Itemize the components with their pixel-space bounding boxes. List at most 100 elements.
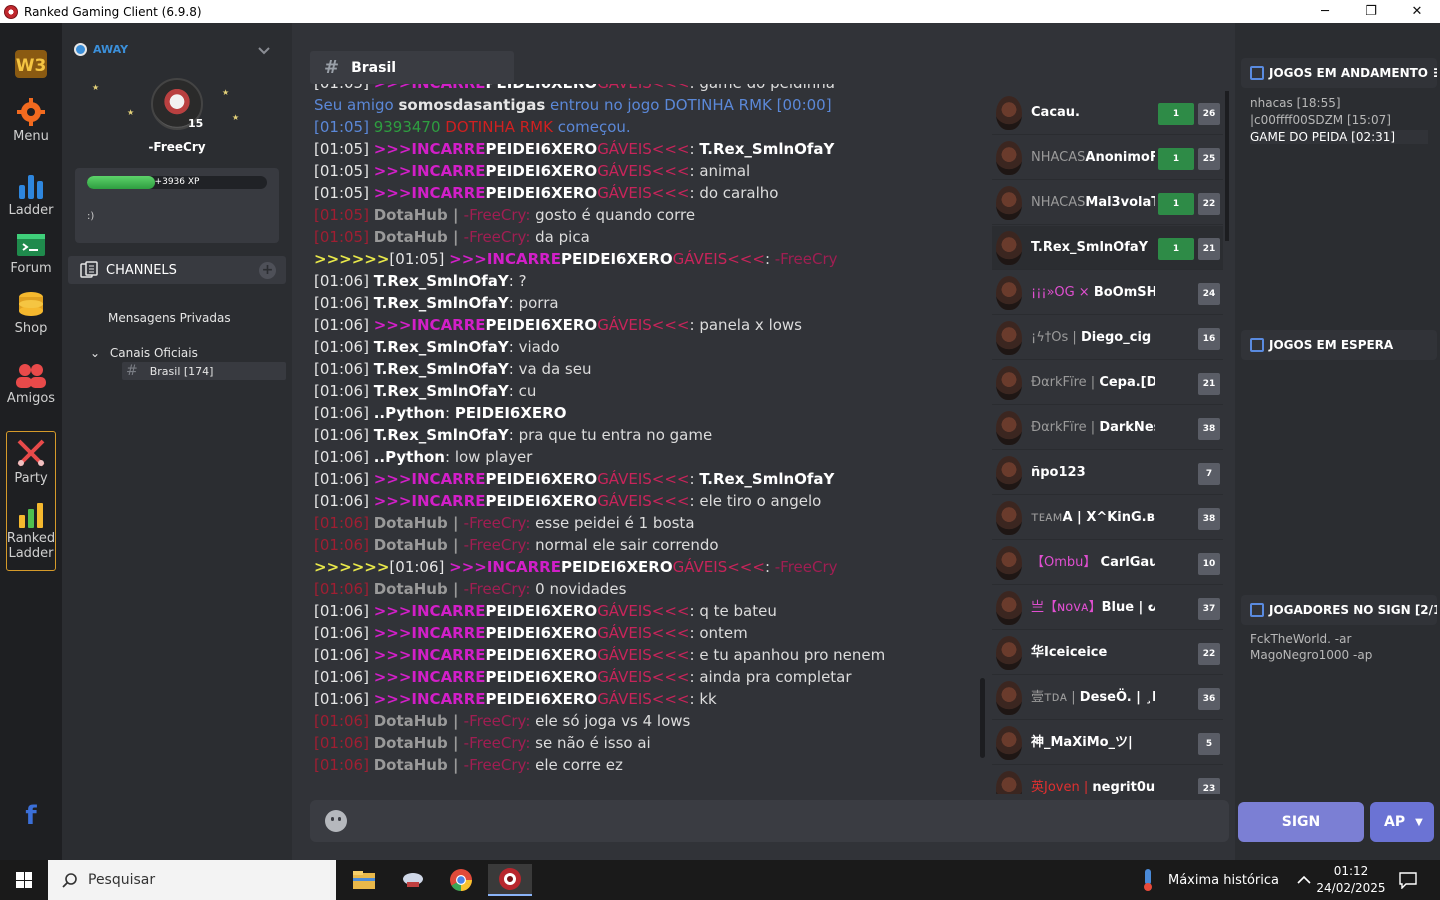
official-channels-group[interactable]: ⌄ Canais Oficiais — [90, 346, 198, 360]
player-row[interactable]: ¡ϟ†Os | Diego_cig | Cri 16 — [992, 316, 1223, 360]
channels-header[interactable]: CHANNELS + — [68, 256, 286, 284]
svg-text:W3: W3 — [16, 56, 47, 76]
game-id: 9393470 — [373, 118, 446, 136]
facebook-icon[interactable]: f — [0, 801, 62, 831]
player-row[interactable]: ᴛᴇᴀᴍA | X^KinG.ʙʀᴀᴢɪʟ 38 — [992, 496, 1223, 540]
ap-dropdown-button[interactable]: AP ▼ — [1370, 802, 1434, 842]
player-level-badge: 37 — [1198, 598, 1220, 620]
maximize-button[interactable]: ❐ — [1348, 0, 1394, 23]
party-count-badge: 1 — [1158, 103, 1194, 125]
nick-part: INCARRE — [411, 140, 486, 158]
add-channel-button[interactable]: + — [259, 262, 276, 279]
timestamp: [01:05] — [314, 140, 374, 158]
player-row[interactable]: 壹ᴛᴅᴀ | DeseÖ. | ¸D^^ 36 — [992, 676, 1223, 720]
nick-part: PEIDEI6XERO — [485, 316, 598, 334]
weather-widget[interactable]: Máxima histórica — [1140, 860, 1279, 900]
sign-button[interactable]: SIGN — [1238, 802, 1364, 842]
player-avatar — [996, 725, 1022, 760]
rail-forum[interactable]: Forum — [0, 233, 62, 276]
taskbar-search[interactable]: Pesquisar — [48, 860, 336, 900]
status-selector[interactable]: AWAY — [74, 43, 128, 56]
timestamp: [01:06] — [314, 404, 374, 422]
notification-icon[interactable] — [1398, 871, 1418, 889]
player-tag: 【Ombu】 — [1031, 555, 1101, 570]
private-messages-link[interactable]: Mensagens Privadas — [108, 311, 231, 325]
rail-shop[interactable]: Shop — [0, 291, 62, 336]
nick: ..Python — [373, 448, 445, 466]
player-row[interactable]: 神_MaXiMo_ツ| 5 — [992, 721, 1223, 765]
close-button[interactable]: ✕ — [1394, 0, 1440, 23]
player-row[interactable]: ÐαrkFïre | Cepa.[D.K] 21 — [992, 361, 1223, 405]
player-name: 壹ᴛᴅᴀ | DeseÖ. | ¸D^^ — [1031, 676, 1155, 720]
nick-prefix: >>> — [373, 624, 412, 642]
emoji-icon[interactable] — [325, 810, 347, 832]
player-list-scrollbar[interactable] — [1225, 91, 1229, 241]
minimize-button[interactable]: ─ — [1302, 0, 1348, 23]
chevron-down-icon: ⌄ — [90, 346, 101, 360]
player-nick: Cepa.[D.K] — [1099, 375, 1155, 390]
rail-amigos[interactable]: Amigos — [0, 363, 62, 406]
player-row[interactable]: T.Rex_SmlnOfaY 1 21 — [992, 226, 1223, 270]
player-nick: negrit0u年 — [1092, 780, 1155, 794]
warcraft-logo[interactable]: W3 — [0, 49, 62, 79]
nick: T.Rex_SmlnOfaY — [373, 426, 509, 444]
message-text: normal ele sair correndo — [535, 536, 719, 554]
message-text: pra que tu entra no game — [518, 426, 713, 444]
message-input[interactable] — [310, 800, 1229, 842]
nick-part: GÁVEIS<<< — [597, 470, 690, 488]
timestamp: [01:05] — [314, 184, 374, 202]
player-row[interactable]: ñpo123 7 — [992, 451, 1223, 495]
message-text: porra — [518, 294, 559, 312]
nick-part: PEIDEI6XERO — [485, 470, 598, 488]
player-avatar — [996, 545, 1022, 580]
rail-ladder[interactable]: Ladder — [0, 171, 62, 218]
player-name: T.Rex_SmlnOfaY — [1031, 226, 1155, 270]
channel-tab[interactable]: # Brasil — [310, 51, 514, 84]
player-row[interactable]: 华Iceiceice 22 — [992, 631, 1223, 675]
message-text: esse peidei é 1 bosta — [535, 514, 695, 532]
player-avatar — [996, 365, 1022, 400]
rail-menu[interactable]: Menu — [0, 97, 62, 144]
chrome-icon[interactable] — [439, 864, 483, 896]
player-row[interactable]: NHACASAnonimoFake125 — [992, 136, 1223, 180]
game-item-selected[interactable]: GAME DO PEIDA [02:31] — [1250, 130, 1428, 144]
nick-part: PEIDEI6XERO — [485, 162, 598, 180]
player-avatar — [996, 275, 1022, 310]
player-name: ÐαrkFïre | Cepa.[D.K] — [1031, 361, 1155, 405]
clock[interactable]: 01:12 24/02/2025 — [1310, 863, 1392, 897]
search-placeholder: Pesquisar — [88, 872, 156, 888]
game-item[interactable]: nhacas [18:55] — [1250, 96, 1341, 110]
xp-card: +3936 XP :) — [75, 168, 279, 243]
separator: : — [689, 316, 700, 334]
rail-party[interactable]: Party — [0, 437, 62, 486]
nick-part: PEIDEI6XERO — [485, 140, 598, 158]
nick-part: GÁVEIS<<< — [597, 646, 690, 664]
player-row[interactable]: ÐαrkFïre | DarkNess| 38 — [992, 406, 1223, 450]
mention-prefix: >>>>>> — [314, 558, 390, 576]
app-icon[interactable] — [391, 864, 435, 896]
player-row[interactable]: ¡¡¡»OG × BoOmSHaKa 24 — [992, 271, 1223, 315]
chevron-up-icon[interactable] — [1297, 875, 1311, 885]
chevron-down-icon[interactable] — [258, 47, 270, 55]
chat-message: [01:06] DotaHub | -FreeCry: ele só joga … — [314, 710, 984, 732]
player-row[interactable]: Cacau. 1 26 — [992, 91, 1223, 135]
start-button[interactable] — [0, 860, 48, 900]
separator: : — [525, 206, 536, 224]
game-item[interactable]: |c00ffff00SDZM [15:07] — [1250, 113, 1391, 127]
separator: : — [508, 272, 519, 290]
timestamp: [01:06] — [314, 734, 374, 752]
nick-part: GÁVEIS<<< — [597, 184, 690, 202]
rail-ranked-ladder[interactable]: Ranked Ladder — [0, 501, 62, 561]
chat-scrollbar[interactable] — [980, 678, 985, 758]
file-explorer-icon[interactable] — [342, 864, 386, 896]
warcraft-logo-icon: W3 — [15, 50, 47, 78]
player-row[interactable]: 英Joven | negrit0u年 23 — [992, 766, 1223, 794]
ranked-gaming-client-taskbar-icon[interactable] — [488, 864, 532, 896]
channel-item-brasil[interactable]: # Brasil [174] — [122, 362, 286, 380]
nick-prefix: >>> — [449, 250, 487, 268]
player-row[interactable]: NHACASMal3volaTEAM122 — [992, 181, 1223, 225]
friend-name: somosdasantigas — [398, 96, 546, 114]
player-row[interactable]: 【Ombu】 CarlGauss 10 — [992, 541, 1223, 585]
timestamp: [01:06] — [314, 426, 374, 444]
player-row[interactable]: 亗【ɴᴏᴠᴀ】Blue | ᔕᑭOᖇ 37 — [992, 586, 1223, 630]
